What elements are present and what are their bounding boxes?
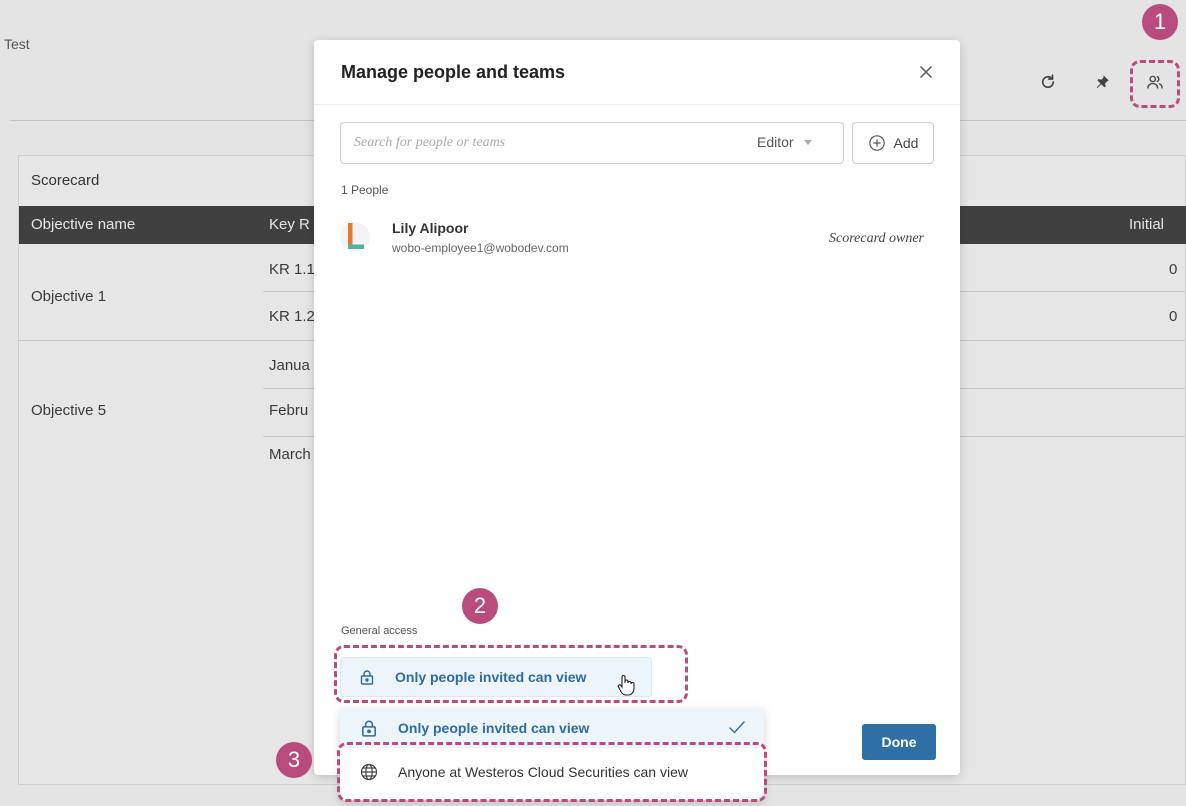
column-header-objective[interactable]: Objective name xyxy=(31,216,135,233)
annotation-badge-2: 2 xyxy=(462,588,498,624)
close-icon xyxy=(920,66,932,78)
pin-icon[interactable] xyxy=(1090,70,1114,94)
add-button[interactable]: Add xyxy=(852,122,934,164)
caret-down-icon xyxy=(803,139,812,145)
plus-circle-icon xyxy=(868,135,885,151)
key-result-cell: KR 1.1 xyxy=(269,261,315,278)
column-header-initial[interactable]: Initial xyxy=(1129,216,1164,233)
objective-cell: Objective 5 xyxy=(31,402,107,419)
key-result-cell: March xyxy=(269,446,311,463)
initial-value-cell: 0 xyxy=(1169,308,1178,325)
key-result-cell: Janua xyxy=(269,357,310,374)
refresh-icon[interactable] xyxy=(1036,70,1060,94)
people-count: 1 People xyxy=(341,183,389,197)
access-option-label: Only people invited can view xyxy=(398,720,590,736)
lock-icon xyxy=(362,720,376,737)
annotation-badge-1: 1 xyxy=(1142,4,1178,40)
person-row: Lily Alipoor wobo-employee1@wobodev.com … xyxy=(340,216,934,262)
general-access-label: General access xyxy=(341,625,418,637)
role-select-value: Editor xyxy=(757,134,794,150)
initial-value-cell: 0 xyxy=(1169,261,1178,278)
annotation-highlight-org-option xyxy=(337,742,767,802)
search-input[interactable] xyxy=(342,124,722,162)
search-box: Editor xyxy=(340,122,844,164)
key-result-cell: Febru xyxy=(269,402,309,419)
key-result-cell: KR 1.2 xyxy=(269,308,315,325)
avatar xyxy=(340,222,370,252)
role-select[interactable]: Editor xyxy=(757,134,812,150)
annotation-highlight-access-select xyxy=(334,645,688,703)
person-email: wobo-employee1@wobodev.com xyxy=(392,241,569,255)
close-button[interactable] xyxy=(916,62,936,82)
page-title: Test xyxy=(4,36,30,52)
person-role: Scorecard owner xyxy=(829,231,924,246)
column-header-key-results[interactable]: Key R xyxy=(269,216,310,233)
done-button[interactable]: Done xyxy=(862,724,936,760)
annotation-badge-3: 3 xyxy=(276,742,312,778)
check-icon xyxy=(729,721,745,734)
person-name: Lily Alipoor xyxy=(392,220,469,236)
objective-cell: Objective 1 xyxy=(31,288,107,305)
modal-title: Manage people and teams xyxy=(341,62,566,82)
annotation-highlight-people-button xyxy=(1130,60,1180,108)
add-button-label: Add xyxy=(893,135,919,151)
modal-divider xyxy=(314,104,960,105)
scorecard-title: Scorecard xyxy=(31,172,100,189)
